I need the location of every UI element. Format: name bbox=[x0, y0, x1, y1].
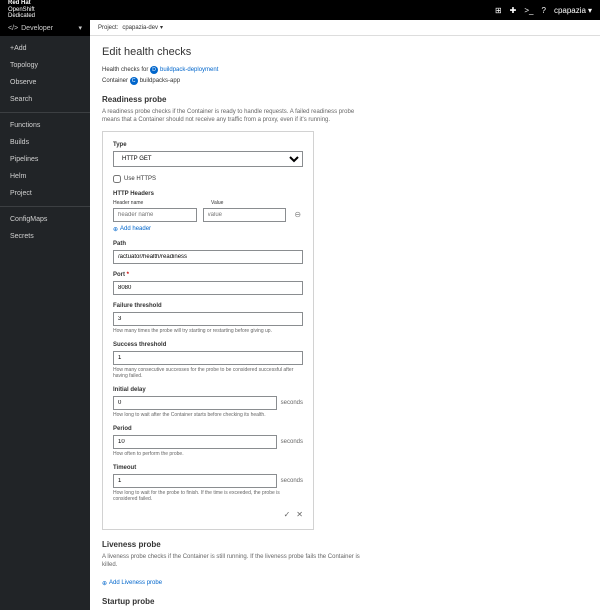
grid-icon[interactable]: ⊞ bbox=[495, 6, 502, 15]
nav-secrets[interactable]: Secrets bbox=[0, 228, 90, 245]
liveness-desc: A liveness probe checks if the Container… bbox=[102, 553, 362, 570]
failure-threshold-input[interactable] bbox=[113, 312, 303, 326]
remove-header-icon[interactable]: ⊖ bbox=[292, 210, 303, 219]
plus-icon[interactable]: ✚ bbox=[510, 6, 517, 15]
startup-heading: Startup probe bbox=[102, 597, 588, 606]
terminal-icon[interactable]: >_ bbox=[524, 6, 533, 15]
nav-search[interactable]: Search bbox=[0, 91, 90, 108]
nav-configmaps[interactable]: ConfigMaps bbox=[0, 211, 90, 228]
sidebar: </>Developer▾ +Add Topology Observe Sear… bbox=[0, 20, 90, 610]
success-threshold-label: Success threshold bbox=[113, 342, 303, 348]
deployment-badge: D bbox=[150, 66, 158, 74]
top-bar: Red HatOpenShiftDedicated ⊞ ✚ >_ ? cpapa… bbox=[0, 0, 600, 20]
nav-observe[interactable]: Observe bbox=[0, 74, 90, 91]
chevron-down-icon: ▾ bbox=[78, 24, 82, 32]
initial-delay-input[interactable] bbox=[113, 396, 277, 410]
deployment-link[interactable]: buildpack-deployment bbox=[160, 67, 218, 73]
port-label: Port bbox=[113, 272, 303, 278]
failure-threshold-help: How many times the probe will try starti… bbox=[113, 328, 303, 334]
health-checks-for: Health checks for Dbuildpack-deployment bbox=[102, 66, 588, 74]
http-headers-label: HTTP Headers bbox=[113, 191, 303, 197]
timeout-help: How long to wait for the probe to finish… bbox=[113, 490, 303, 502]
port-input[interactable] bbox=[113, 281, 303, 295]
initial-delay-unit: seconds bbox=[281, 400, 303, 406]
project-label: Project: bbox=[98, 25, 118, 31]
path-input[interactable] bbox=[113, 250, 303, 264]
help-icon[interactable]: ? bbox=[542, 6, 546, 15]
period-input[interactable] bbox=[113, 435, 277, 449]
perspective-switcher[interactable]: </>Developer▾ bbox=[0, 20, 90, 36]
nav-pipelines[interactable]: Pipelines bbox=[0, 151, 90, 168]
header-value-input[interactable] bbox=[203, 208, 287, 222]
nav-topology[interactable]: Topology bbox=[0, 57, 90, 74]
readiness-form: Type HTTP GET Use HTTPS HTTP Headers Head… bbox=[102, 131, 314, 530]
header-value-label: Value bbox=[211, 200, 303, 206]
period-unit: seconds bbox=[281, 439, 303, 445]
https-checkbox[interactable]: Use HTTPS bbox=[113, 175, 303, 183]
timeout-label: Timeout bbox=[113, 465, 303, 471]
add-liveness-link[interactable]: ⊕Add Liveness probe bbox=[102, 580, 162, 587]
container-badge: C bbox=[130, 77, 138, 85]
top-actions: ⊞ ✚ >_ ? cpapazia ▾ bbox=[495, 6, 592, 15]
timeout-input[interactable] bbox=[113, 474, 277, 488]
project-selector[interactable]: cpapazia-dev ▾ bbox=[122, 24, 163, 31]
brand-logo: Red HatOpenShiftDedicated bbox=[8, 0, 35, 20]
success-threshold-input[interactable] bbox=[113, 351, 303, 365]
plus-circle-icon: ⊕ bbox=[113, 226, 118, 233]
success-threshold-help: How many consecutive successes for the p… bbox=[113, 367, 303, 379]
nav-project[interactable]: Project bbox=[0, 185, 90, 202]
user-menu[interactable]: cpapazia ▾ bbox=[554, 6, 592, 15]
timeout-unit: seconds bbox=[281, 478, 303, 484]
confirm-icon[interactable]: ✓ bbox=[284, 510, 291, 519]
nav-helm[interactable]: Helm bbox=[0, 168, 90, 185]
period-help: How often to perform the probe. bbox=[113, 451, 303, 457]
path-label: Path bbox=[113, 241, 303, 247]
initial-delay-help: How long to wait after the Container sta… bbox=[113, 412, 303, 418]
page-title: Edit health checks bbox=[102, 46, 588, 58]
type-select[interactable]: HTTP GET bbox=[113, 151, 303, 167]
container-row: Container Cbuildpacks-app bbox=[102, 77, 588, 85]
liveness-heading: Liveness probe bbox=[102, 540, 588, 549]
failure-threshold-label: Failure threshold bbox=[113, 303, 303, 309]
close-icon[interactable]: ✕ bbox=[296, 510, 303, 519]
type-label: Type bbox=[113, 142, 303, 148]
main-content: Edit health checks Health checks for Dbu… bbox=[90, 36, 600, 610]
nav-builds[interactable]: Builds bbox=[0, 134, 90, 151]
add-header-link[interactable]: ⊕Add header bbox=[113, 226, 151, 233]
plus-circle-icon: ⊕ bbox=[102, 580, 107, 587]
project-bar: Project: cpapazia-dev ▾ bbox=[90, 20, 600, 36]
nav-add[interactable]: +Add bbox=[0, 40, 90, 57]
nav-functions[interactable]: Functions bbox=[0, 117, 90, 134]
initial-delay-label: Initial delay bbox=[113, 387, 303, 393]
period-label: Period bbox=[113, 426, 303, 432]
readiness-heading: Readiness probe bbox=[102, 95, 588, 104]
header-name-label: Header name bbox=[113, 200, 205, 206]
code-icon: </> bbox=[8, 25, 18, 32]
readiness-desc: A readiness probe checks if the Containe… bbox=[102, 108, 362, 125]
header-name-input[interactable] bbox=[113, 208, 197, 222]
